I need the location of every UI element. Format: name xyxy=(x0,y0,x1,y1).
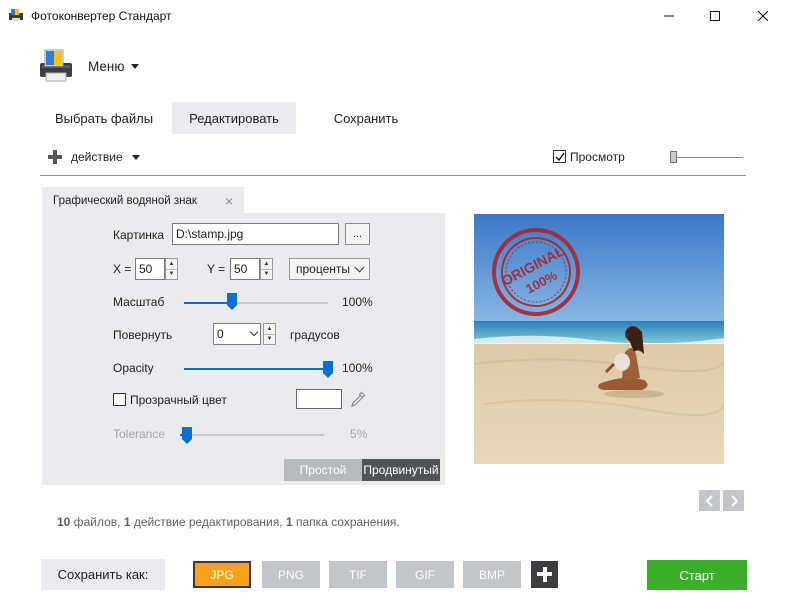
transparent-color-swatch[interactable] xyxy=(296,389,342,409)
tab-select-files[interactable]: Выбрать файлы xyxy=(44,102,164,134)
format-tif-button[interactable]: TIF xyxy=(329,561,387,588)
actions-text: действие редактирования, xyxy=(133,515,283,529)
image-label: Картинка xyxy=(113,228,165,242)
tolerance-slider-thumb[interactable] xyxy=(182,427,193,444)
start-button[interactable]: Старт xyxy=(647,560,747,590)
opacity-slider-thumb[interactable] xyxy=(323,361,333,378)
zoom-slider-track[interactable] xyxy=(673,157,743,158)
rotate-stepper[interactable]: ▲ ▼ xyxy=(263,323,276,345)
close-button[interactable] xyxy=(740,0,786,32)
add-action-button[interactable]: действие xyxy=(71,150,123,164)
rotate-units: градусов xyxy=(290,328,340,342)
save-as-label: Сохранить как: xyxy=(41,559,165,590)
scale-slider-fill xyxy=(184,302,232,304)
format-jpg-button[interactable]: JPG xyxy=(193,561,251,588)
preview-checkbox[interactable] xyxy=(553,150,566,163)
tab-label: Выбрать файлы xyxy=(54,110,154,126)
scale-label: Масштаб xyxy=(113,295,165,309)
rotate-value: 0 xyxy=(217,327,224,341)
transparent-color-label: Прозрачный цвет xyxy=(130,393,227,407)
image-path-input[interactable]: D:\stamp.jpg xyxy=(172,223,339,245)
add-format-button[interactable] xyxy=(531,561,558,588)
opacity-label: Opacity xyxy=(113,361,154,375)
chevron-left-icon xyxy=(704,494,713,507)
tab-save[interactable]: Сохранить xyxy=(304,102,428,134)
browse-button[interactable]: ... xyxy=(345,223,370,245)
y-label: Y = xyxy=(207,262,226,276)
tolerance-label: Tolerance xyxy=(113,427,166,441)
preview-label: Просмотр xyxy=(570,150,625,164)
menu-button[interactable]: Меню xyxy=(88,57,139,75)
app-icon xyxy=(8,8,24,22)
x-label: X = xyxy=(113,262,132,276)
scale-slider-thumb[interactable] xyxy=(226,293,237,310)
tolerance-slider-track[interactable] xyxy=(180,434,324,436)
opacity-slider-track[interactable] xyxy=(184,368,328,370)
action-dropdown-icon[interactable] xyxy=(132,155,140,160)
maximize-button[interactable] xyxy=(692,0,738,32)
units-select[interactable]: проценты xyxy=(289,258,370,280)
down-arrow-icon[interactable]: ▼ xyxy=(264,333,275,345)
check-icon xyxy=(555,152,565,161)
y-stepper[interactable]: ▲ ▼ xyxy=(260,258,273,280)
advanced-mode-button[interactable]: Продвинутый xyxy=(362,459,440,481)
add-action-icon[interactable] xyxy=(48,150,62,164)
minimize-button[interactable] xyxy=(646,0,692,32)
summary-line: 10 файлов, 1 действие редактирования, 1 … xyxy=(57,515,400,529)
simple-mode-button[interactable]: Простой xyxy=(284,459,362,481)
zoom-slider-thumb[interactable] xyxy=(670,151,677,163)
toolbar-divider xyxy=(40,175,746,176)
files-count: 10 xyxy=(57,515,71,529)
menu-label: Меню xyxy=(88,58,125,74)
folders-text: папка сохранения. xyxy=(295,515,400,529)
format-bmp-button[interactable]: BMP xyxy=(463,561,521,588)
tab-label: Редактировать xyxy=(189,110,279,126)
panel-tab-title: Графический водяной знак xyxy=(53,195,197,207)
tab-edit[interactable]: Редактировать xyxy=(172,102,296,134)
menu-dropdown-icon xyxy=(130,63,139,69)
tolerance-value: 5% xyxy=(350,427,368,441)
chevron-right-icon xyxy=(730,494,739,507)
chevron-down-icon[interactable] xyxy=(249,327,259,337)
format-gif-button[interactable]: GIF xyxy=(396,561,454,588)
down-arrow-icon[interactable]: ▼ xyxy=(166,268,177,280)
x-input[interactable]: 50 xyxy=(135,258,165,280)
scale-slider-track[interactable] xyxy=(184,302,328,304)
transparent-color-checkbox[interactable] xyxy=(113,393,126,406)
prev-image-button[interactable] xyxy=(699,490,720,511)
files-text: файлов, xyxy=(73,515,121,529)
opacity-value: 100% xyxy=(342,361,373,375)
chevron-down-icon xyxy=(354,262,365,272)
next-image-button[interactable] xyxy=(723,490,744,511)
up-arrow-icon[interactable]: ▲ xyxy=(166,259,177,269)
app-logo-icon xyxy=(38,47,74,83)
opacity-slider-fill xyxy=(184,368,328,370)
down-arrow-icon[interactable]: ▼ xyxy=(261,268,272,280)
folders-count: 1 xyxy=(285,515,293,529)
up-arrow-icon[interactable]: ▲ xyxy=(261,259,272,269)
up-arrow-icon[interactable]: ▲ xyxy=(264,324,275,334)
scale-value: 100% xyxy=(342,295,373,309)
eyedropper-icon[interactable] xyxy=(349,390,367,408)
rotate-input[interactable]: 0 xyxy=(213,323,261,345)
watermark-settings-panel xyxy=(42,213,445,485)
x-stepper[interactable]: ▲ ▼ xyxy=(165,258,178,280)
actions-count: 1 xyxy=(123,515,131,529)
close-panel-icon[interactable]: × xyxy=(225,193,233,209)
units-value: проценты xyxy=(296,262,351,276)
rotate-label: Повернуть xyxy=(113,328,173,342)
title-bar: Фотоконвертер Стандарт xyxy=(0,0,786,32)
y-input[interactable]: 50 xyxy=(230,258,260,280)
format-png-button[interactable]: PNG xyxy=(262,561,320,588)
window-title: Фотоконвертер Стандарт xyxy=(31,9,172,23)
preview-image: ORIGINAL 100% xyxy=(474,214,724,464)
tab-label: Сохранить xyxy=(333,110,399,126)
